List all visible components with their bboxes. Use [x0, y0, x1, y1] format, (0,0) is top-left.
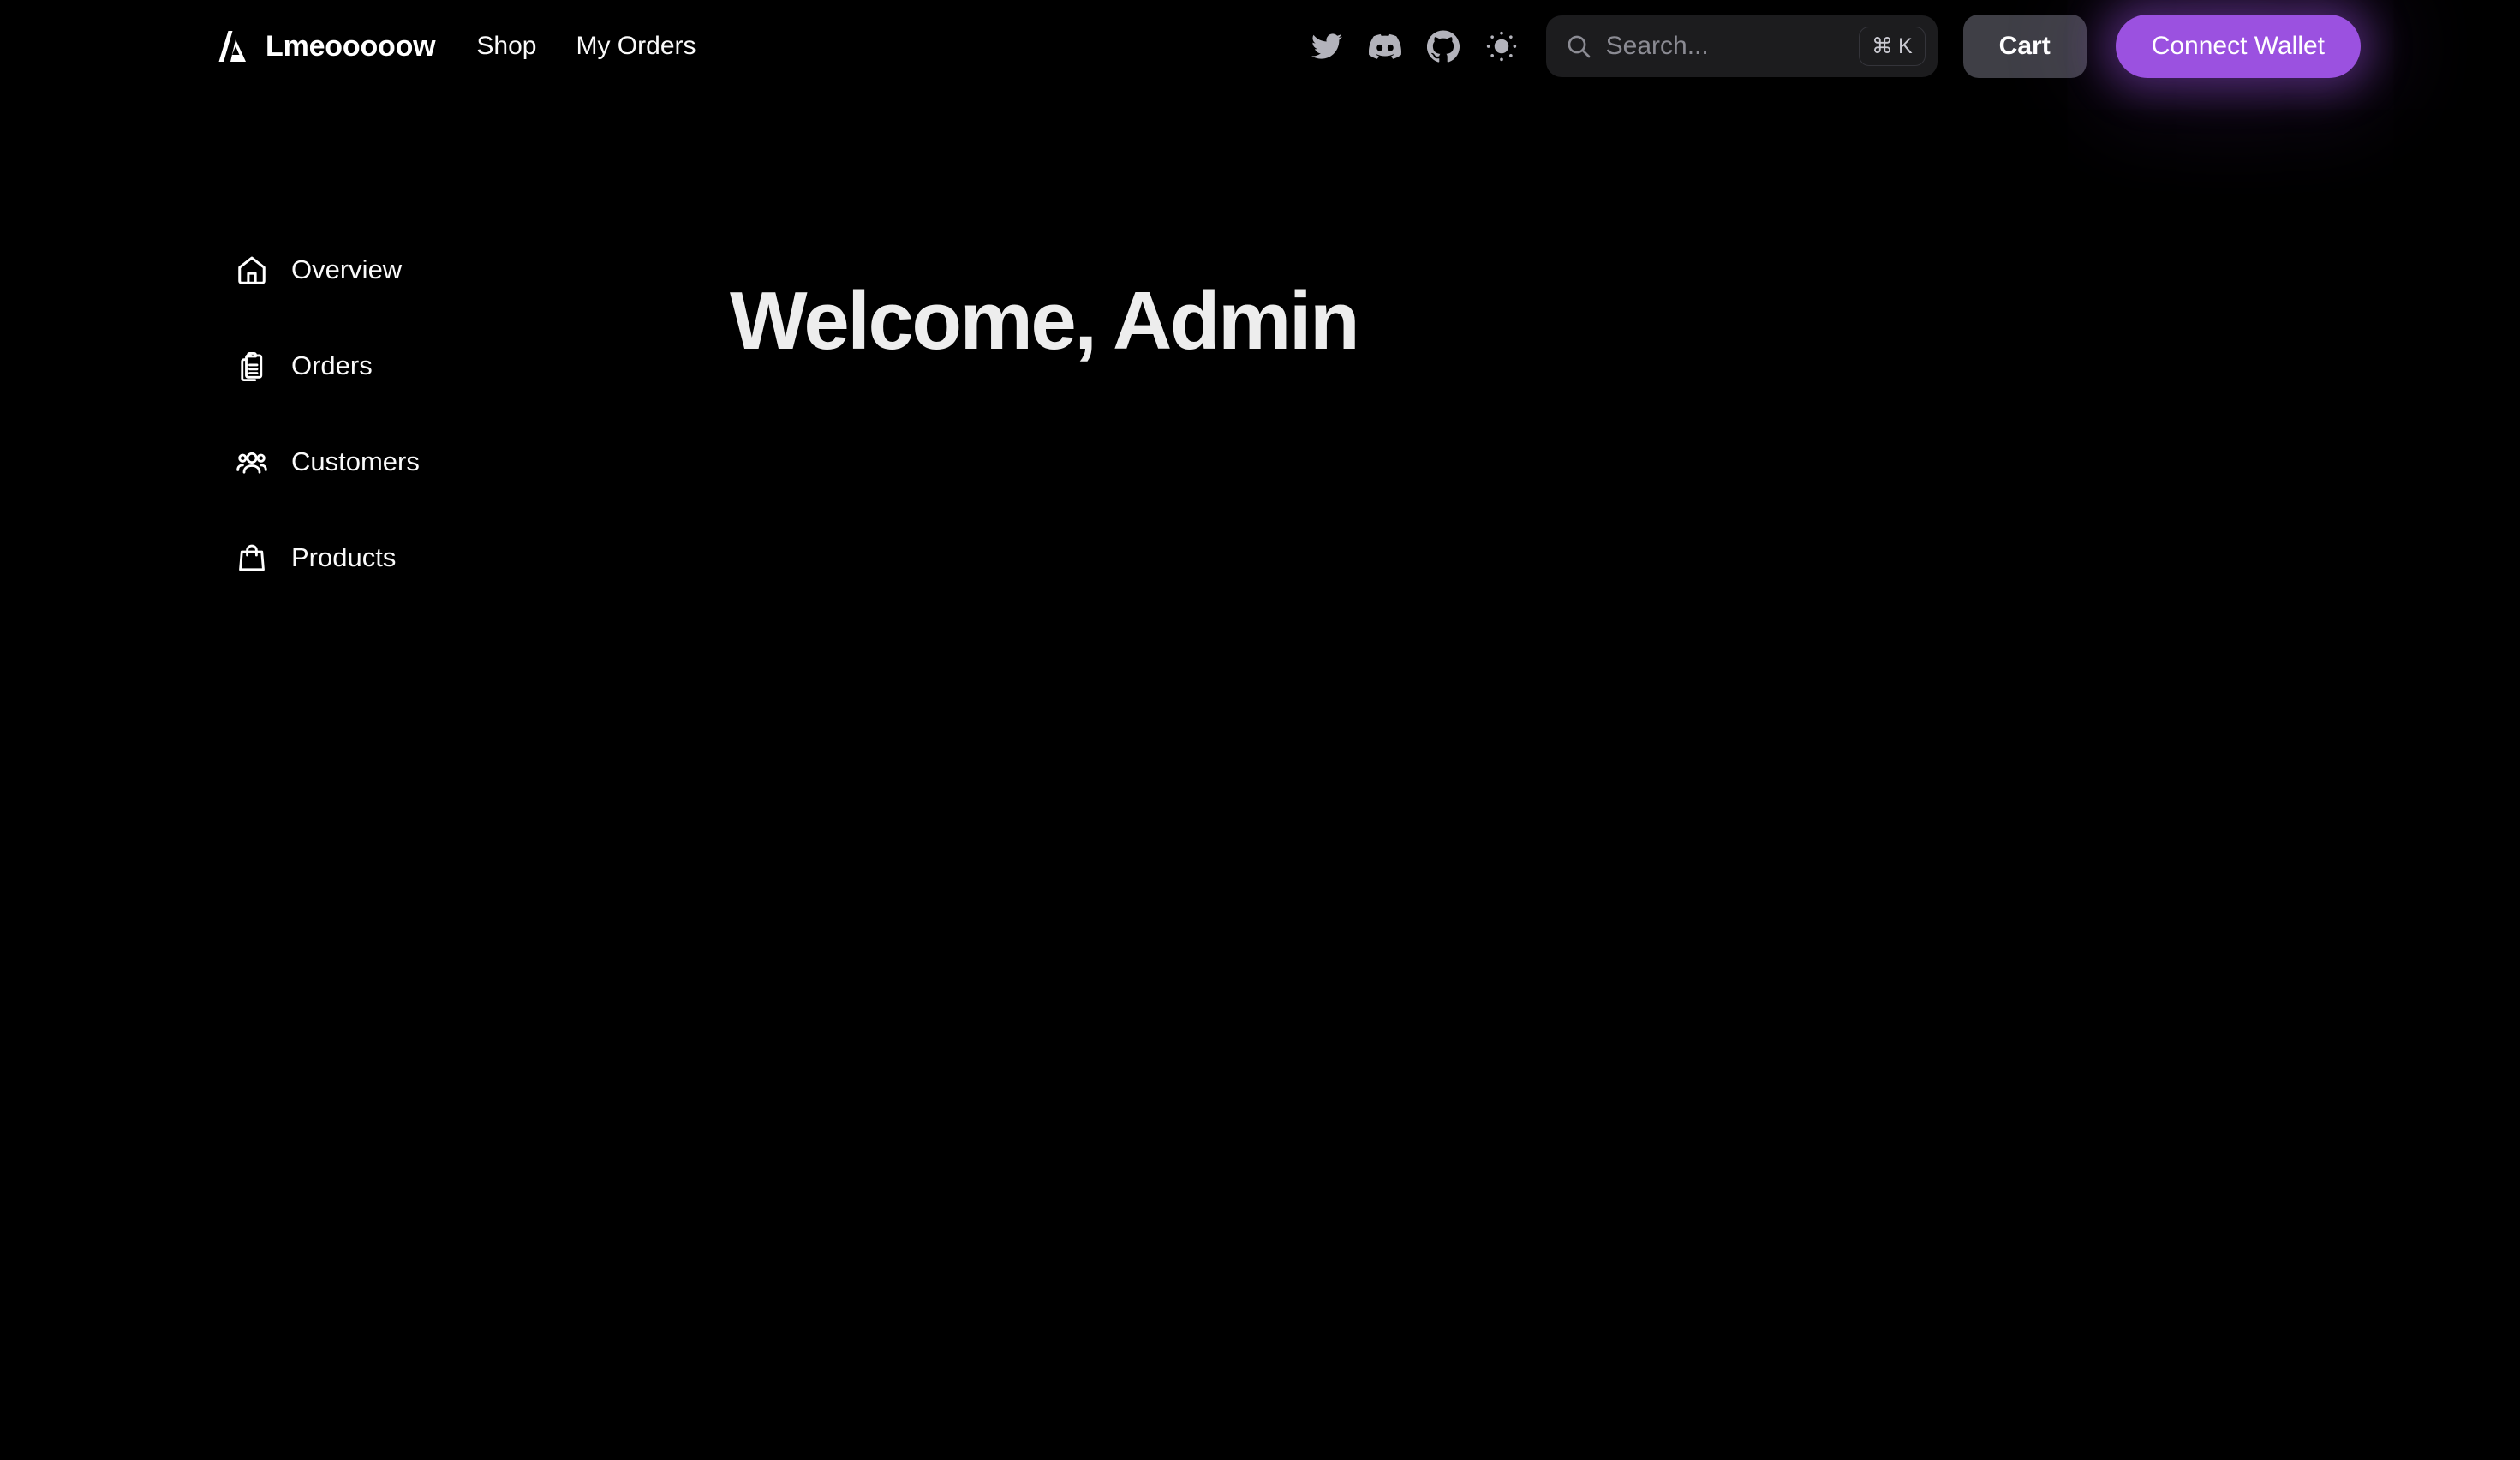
page-title: Welcome, Admin [730, 275, 1360, 367]
nav-link-shop[interactable]: Shop [476, 32, 536, 61]
sidebar-item-label: Customers [291, 446, 420, 476]
search-icon [1565, 33, 1592, 60]
sidebar-item-label: Orders [291, 350, 373, 380]
triangle-slash-logo-icon [212, 27, 250, 65]
connect-wallet-button[interactable]: Connect Wallet [2115, 15, 2361, 78]
sidebar-item-label: Overview [291, 254, 403, 284]
top-header: Lmeooooow Shop My Orders Search... ⌘ K C… [0, 0, 2520, 93]
search-box[interactable]: ⌘ K [1545, 15, 1938, 77]
github-icon[interactable] [1423, 26, 1464, 67]
social-icon-group [1306, 26, 1522, 67]
search-input[interactable] [1605, 32, 1859, 61]
sidebar-item-products[interactable]: Products [233, 535, 541, 581]
brand-name: Lmeooooow [266, 29, 436, 63]
sidebar-item-customers[interactable]: Customers [233, 439, 541, 485]
main-content: Welcome, Admin [730, 274, 2520, 368]
home-icon [233, 251, 271, 289]
users-icon [233, 443, 271, 481]
shortcut-key-letter: K [1897, 33, 1913, 58]
sun-icon[interactable] [1481, 26, 1522, 67]
command-key-glyph: ⌘ [1871, 34, 1893, 58]
dashboard-sidebar: Overview Orders Customers Products [233, 247, 541, 581]
header-right-group: ⌘ K Cart Connect Wallet [1306, 0, 2520, 93]
shopping-bag-icon [233, 539, 271, 577]
nav-link-my-orders[interactable]: My Orders [576, 32, 696, 61]
sidebar-item-overview[interactable]: Overview [233, 247, 541, 293]
sidebar-item-orders[interactable]: Orders [233, 343, 541, 389]
cart-button[interactable]: Cart [1962, 15, 2087, 78]
sidebar-item-label: Products [291, 542, 397, 572]
search-shortcut-badge[interactable]: ⌘ K [1858, 27, 1926, 66]
clipboard-list-icon [233, 347, 271, 385]
discord-icon[interactable] [1365, 26, 1406, 67]
brand-group[interactable]: Lmeooooow [212, 27, 436, 65]
primary-nav: Shop My Orders [476, 32, 696, 61]
twitter-icon[interactable] [1306, 26, 1347, 67]
